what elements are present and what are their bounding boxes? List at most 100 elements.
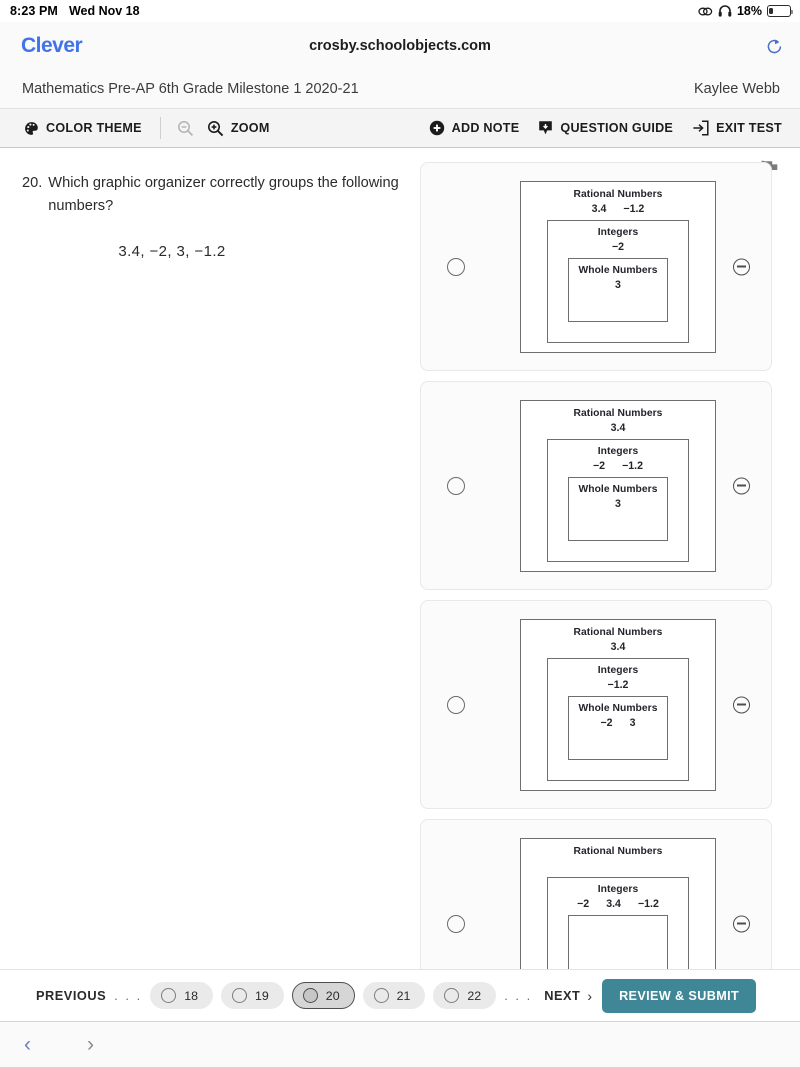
set-value: −1.2 [637,897,659,910]
whole-numbers-box: Whole Numbers −2 3 [568,695,668,760]
answer-option[interactable]: Rational Numbers Integers −2 3.4 −1.2 [420,819,772,969]
set-label: Rational Numbers [573,407,663,419]
ellipsis-right: . . . [504,988,533,1003]
integers-box: Integers −2 Whole Numbers 3 [547,219,689,343]
question-guide-label: QUESTION GUIDE [560,121,674,135]
set-label: Rational Numbers [573,188,663,200]
toolbar-divider [159,117,161,139]
color-theme-button[interactable]: COLOR THEME [24,121,142,136]
set-value: 3 [615,497,621,510]
ellipsis-left: . . . [114,988,143,1003]
set-label: Integers [597,226,639,238]
set-values: −1.2 [548,679,688,692]
reload-icon[interactable] [765,37,784,56]
question-number: 20. [22,175,43,191]
exit-arrow-icon [692,120,709,136]
ios-status-bar: 8:23 PM Wed Nov 18 18% [0,0,800,22]
previous-button[interactable]: PREVIOUS [36,988,106,1003]
answer-radio-button[interactable] [447,476,465,495]
status-date: Wed Nov 18 [68,4,140,18]
page-pill-status-dot [161,988,177,1003]
page-pill[interactable]: 18 [150,982,213,1009]
page-pill-label: 20 [325,988,340,1003]
question-guide-icon [538,120,553,136]
student-name: Kaylee Webb [694,81,780,97]
rational-numbers-box: Rational Numbers Integers −2 3.4 −1.2 [520,837,716,969]
page-pill[interactable]: 20 [291,982,355,1009]
set-label: Rational Numbers [573,845,663,857]
set-values: 3 [569,498,667,511]
review-and-submit-button[interactable]: REVIEW & SUBMIT [602,978,757,1013]
set-values: −2 −1.2 [548,460,688,473]
chevron-left-icon[interactable]: ‹ [16,1033,76,1057]
question-text: 20. Which graphic organizer correctly gr… [22,172,402,217]
answer-radio-button[interactable] [447,257,465,276]
set-values [569,925,667,938]
set-value: 3 [629,716,636,729]
set-value: −1.2 [607,678,629,691]
zoom-in-button[interactable]: ZOOM [207,120,270,137]
add-note-label: ADD NOTE [451,121,520,135]
answer-option[interactable]: Rational Numbers 3.4 Integers −1.2 Whole Num… [420,600,772,809]
set-values: 3.4 −1.2 [521,203,715,216]
question-column: 20. Which graphic organizer correctly gr… [0,148,420,969]
answer-option[interactable]: Rational Numbers 3.4 Integers −2 −1.2 Whole N… [420,381,772,590]
question-guide-button[interactable]: QUESTION GUIDE [538,120,673,136]
set-value: 3.4 [610,640,626,653]
set-label: Whole Numbers [578,702,658,714]
set-value: −2 [600,716,613,729]
test-app-window: 8:23 PM Wed Nov 18 18% Clever crosby.sch… [0,0,800,1067]
rational-numbers-box: Rational Numbers 3.4 Integers −1.2 Whole Num… [520,618,716,791]
page-pill[interactable]: 22 [433,982,497,1009]
set-values: 3.4 [521,422,715,435]
page-pill-label: 22 [467,988,482,1003]
add-note-button[interactable]: ADD NOTE [429,120,520,136]
clever-logo[interactable]: Clever [21,34,83,58]
eliminate-answer-icon[interactable] [733,696,750,713]
set-values: 3 [569,279,667,292]
set-label: Integers [597,664,639,676]
test-toolbar: COLOR THEME ZOOM ADD NOTE QUESTION GUIDE… [0,108,800,148]
set-value: −2 [592,459,606,472]
chevron-right-icon[interactable]: › [587,988,592,1004]
set-label: Rational Numbers [573,626,663,638]
exit-test-button[interactable]: EXIT TEST [692,120,782,136]
eliminate-answer-icon[interactable] [733,915,750,932]
set-value: −2 [611,240,625,253]
page-pill-list: 18 19 20 21 22 [150,982,497,1009]
exit-test-label: EXIT TEST [716,121,782,135]
set-value: 3.4 [606,897,621,910]
nested-set-diagram: Rational Numbers 3.4 Integers −2 −1.2 Whole N… [465,399,771,572]
url-display[interactable]: crosby.schoolobjects.com [0,38,800,54]
set-label: Whole Numbers [578,264,658,276]
page-pill[interactable]: 19 [221,982,284,1009]
chevron-right-icon[interactable]: › [76,1033,136,1057]
color-theme-label: COLOR THEME [46,121,142,135]
set-value: 3.4 [610,421,626,434]
page-pill-status-dot [302,988,318,1003]
eliminate-answer-icon[interactable] [733,258,750,275]
set-label: Integers [597,445,639,457]
page-pill-label: 21 [396,988,411,1003]
integers-box: Integers −2 −1.2 Whole Numbers 3 [547,438,689,562]
answer-radio-button[interactable] [447,695,465,714]
page-pill-label: 19 [255,988,269,1003]
page-pill[interactable]: 21 [362,982,426,1009]
set-value: −2 [577,897,590,910]
next-button[interactable]: NEXT [544,988,580,1003]
eliminate-answer-icon[interactable] [733,477,750,494]
zoom-out-icon[interactable] [177,120,194,137]
page-pill-status-dot [444,988,460,1003]
set-values [521,860,715,873]
battery-percent: 18% [736,4,762,18]
whole-numbers-box: Whole Numbers 3 [568,257,668,322]
set-values: −2 3 [569,717,667,730]
answer-radio-button[interactable] [447,914,465,933]
answer-option[interactable]: Rational Numbers 3.4 −1.2 Integers −2 Whole N… [420,162,772,371]
question-content-area: 20. Which graphic organizer correctly gr… [0,148,800,969]
set-value: −1.2 [623,202,645,215]
set-values: −2 [548,241,688,254]
integers-box: Integers −1.2 Whole Numbers −2 3 [547,657,689,781]
test-header: Mathematics Pre-AP 6th Grade Milestone 1… [0,70,800,108]
answer-options-list: Rational Numbers 3.4 −1.2 Integers −2 Whole N… [420,148,800,969]
